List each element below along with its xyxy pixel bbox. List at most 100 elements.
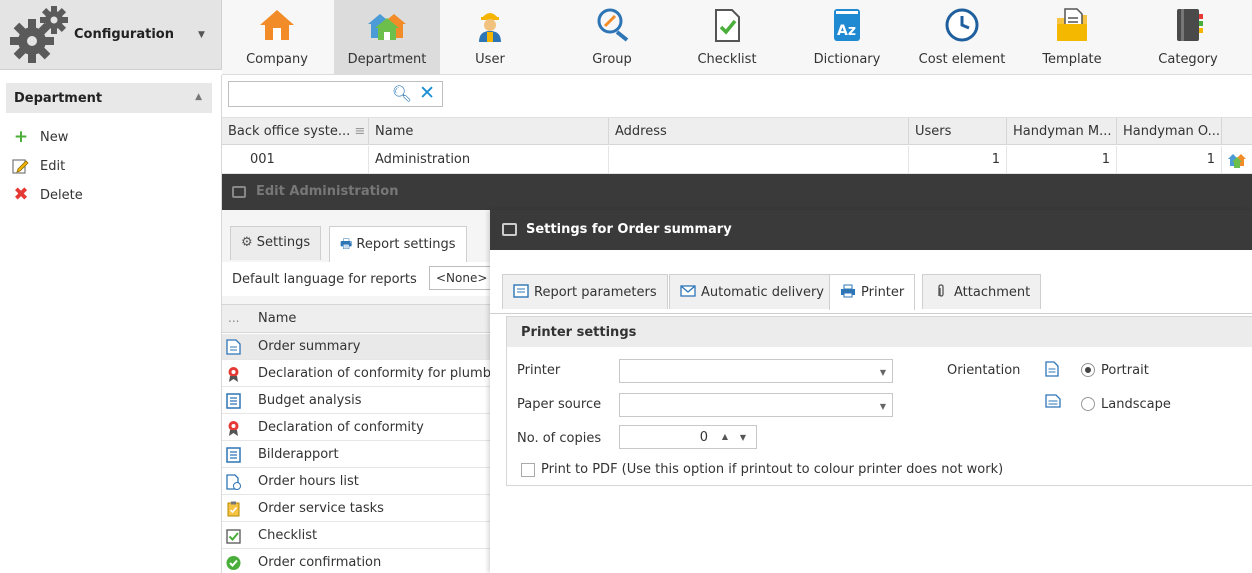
copies-stepper[interactable]: 0 ▲ ▼ bbox=[619, 425, 757, 449]
list-item[interactable]: Declaration of conformity bbox=[222, 415, 492, 441]
edit-window-titlebar[interactable]: Edit Administration bbox=[222, 174, 1252, 210]
portrait-page-icon bbox=[1045, 361, 1059, 377]
report-list-header: ... Name bbox=[222, 305, 492, 333]
landscape-page-icon bbox=[1045, 394, 1061, 408]
list-item[interactable]: Bilderapport bbox=[222, 442, 492, 468]
department-houses-icon bbox=[1228, 154, 1246, 168]
report-parameters-icon bbox=[513, 284, 529, 298]
plus-icon: + bbox=[13, 127, 29, 147]
main-toolbar: Company Department User Group Checklist … bbox=[222, 0, 1252, 75]
house-icon bbox=[260, 10, 294, 40]
toolbar-user-button[interactable]: User bbox=[442, 0, 538, 75]
tab-attachment[interactable]: Attachment bbox=[922, 274, 1042, 309]
dialog-tabbar: Report parameters Automatic delivery Pri… bbox=[490, 250, 1252, 314]
checklist-icon bbox=[715, 9, 740, 42]
configuration-title: Configuration bbox=[74, 27, 174, 42]
toolbar-department-button[interactable]: Department bbox=[334, 0, 440, 75]
print-to-pdf-checkbox[interactable] bbox=[521, 463, 535, 477]
toolbar-company-button[interactable]: Company bbox=[222, 0, 332, 75]
sort-icon: ≡ bbox=[354, 124, 366, 139]
doc-clock-icon bbox=[226, 474, 241, 490]
blue-doc-icon bbox=[226, 447, 241, 463]
paperclip-icon bbox=[938, 284, 944, 297]
report-doc-icon bbox=[226, 339, 241, 355]
increment-icon[interactable]: ▲ bbox=[722, 432, 728, 441]
orientation-label: Orientation bbox=[947, 363, 1021, 378]
tab-printer[interactable]: Printer bbox=[829, 274, 916, 310]
default-language-row: Default language for reports <None> bbox=[222, 262, 499, 296]
category-book-icon bbox=[1177, 9, 1203, 41]
decrement-icon[interactable]: ▼ bbox=[740, 433, 746, 442]
settings-dialog: Settings for Order summary Report parame… bbox=[490, 210, 1252, 573]
chevron-down-icon: ▼ bbox=[879, 402, 886, 411]
clear-search-icon[interactable]: ✕ bbox=[419, 82, 435, 104]
tab-report-settings[interactable]: 🖶︎ Report settings bbox=[329, 226, 467, 262]
search-icon[interactable]: 🔍︎ bbox=[392, 84, 412, 103]
caret-up-icon: ▲ bbox=[195, 92, 202, 102]
portrait-radio[interactable] bbox=[1081, 363, 1095, 377]
toolbar-group-button[interactable]: Group bbox=[562, 0, 662, 75]
copies-label: No. of copies bbox=[517, 431, 602, 446]
clock-icon bbox=[945, 8, 979, 42]
gears-icon bbox=[10, 6, 68, 63]
ribbon-badge-icon bbox=[228, 367, 239, 382]
svg-text:Az: Az bbox=[837, 23, 856, 39]
dialog-titlebar[interactable]: Settings for Order summary bbox=[490, 210, 1252, 250]
tab-settings[interactable]: ⚙ Settings bbox=[230, 226, 322, 260]
printer-icon: 🖶︎ bbox=[340, 237, 353, 252]
portrait-label: Portrait bbox=[1101, 363, 1149, 378]
tab-report-parameters[interactable]: Report parameters bbox=[502, 274, 668, 309]
green-check-icon bbox=[226, 556, 241, 570]
list-item[interactable]: Declaration of conformity for plumbers bbox=[222, 361, 511, 387]
list-item[interactable]: Order service tasks bbox=[222, 496, 492, 522]
report-list: ... Name Order summary Declaration of co… bbox=[222, 304, 511, 573]
department-panel-header[interactable]: Department ▲ bbox=[6, 83, 212, 113]
delete-x-icon: ✖ bbox=[13, 184, 29, 205]
toolbar-template-button[interactable]: Template bbox=[1022, 0, 1122, 75]
toolbar-cost-element-button[interactable]: Cost element bbox=[904, 0, 1020, 75]
toolbar-checklist-button[interactable]: Checklist bbox=[677, 0, 777, 75]
table-row[interactable]: 001 Administration 1 1 1 bbox=[222, 146, 1252, 174]
dictionary-icon: Az bbox=[834, 9, 860, 41]
window-icon bbox=[502, 223, 517, 236]
list-item[interactable]: Order confirmation bbox=[222, 550, 492, 573]
column-back-office[interactable]: Back office syste... ≡ bbox=[222, 118, 369, 145]
printer-select[interactable]: ▼ bbox=[619, 359, 893, 383]
printer-settings-header: Printer settings bbox=[507, 317, 1252, 347]
column-handyman-o[interactable]: Handyman O... bbox=[1117, 118, 1222, 145]
gear-icon: ⚙ bbox=[241, 235, 253, 250]
chevron-down-icon: ▼ bbox=[879, 368, 886, 377]
worker-icon bbox=[479, 13, 501, 42]
column-handyman-m[interactable]: Handyman M... bbox=[1007, 118, 1117, 145]
printer-icon bbox=[841, 284, 855, 298]
ribbon-badge-icon bbox=[228, 421, 239, 436]
template-folder-icon bbox=[1057, 8, 1087, 41]
left-panel: Department ▲ + New Edit ✖ Delete bbox=[0, 75, 222, 573]
list-item[interactable]: Order hours list bbox=[222, 469, 492, 495]
group-wrench-icon bbox=[597, 8, 629, 42]
tab-automatic-delivery[interactable]: Automatic delivery bbox=[669, 274, 836, 309]
printer-label: Printer bbox=[517, 363, 561, 378]
window-icon bbox=[232, 186, 246, 198]
landscape-label: Landscape bbox=[1101, 397, 1171, 412]
clipboard-icon bbox=[227, 501, 240, 517]
print-to-pdf-label: Print to PDF (Use this option if printou… bbox=[541, 462, 1004, 477]
column-address[interactable]: Address bbox=[609, 118, 909, 145]
column-name[interactable]: Name bbox=[369, 118, 609, 145]
list-item[interactable]: Checklist bbox=[222, 523, 492, 549]
paper-source-select[interactable]: ▼ bbox=[619, 393, 893, 417]
department-houses-icon bbox=[368, 14, 406, 40]
list-item[interactable]: Budget analysis bbox=[222, 388, 492, 414]
landscape-radio[interactable] bbox=[1081, 397, 1095, 411]
default-language-select[interactable]: <None> bbox=[429, 266, 499, 290]
edit-pencil-icon bbox=[12, 159, 29, 174]
column-users[interactable]: Users bbox=[909, 118, 1007, 145]
paper-source-label: Paper source bbox=[517, 397, 602, 412]
configuration-selector[interactable]: Configuration ▼ bbox=[0, 0, 222, 70]
list-item[interactable]: Order summary bbox=[222, 334, 492, 360]
toolbar-category-button[interactable]: Category bbox=[1132, 0, 1244, 75]
search-input[interactable]: 🔍︎ ✕ bbox=[228, 81, 443, 107]
toolbar-dictionary-button[interactable]: Az Dictionary bbox=[792, 0, 902, 75]
blue-doc-icon bbox=[226, 393, 241, 409]
envelope-icon bbox=[680, 285, 696, 297]
